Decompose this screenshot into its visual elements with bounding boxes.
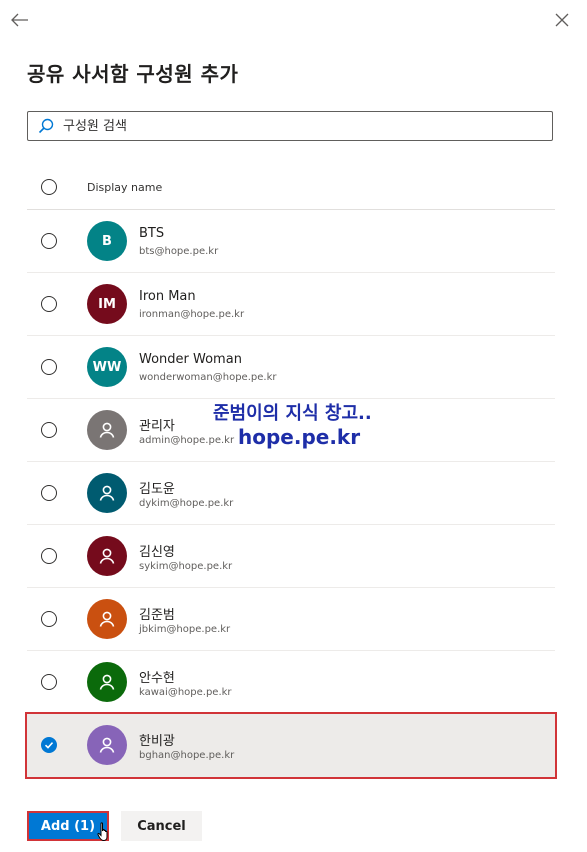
- person-icon: [87, 599, 127, 639]
- back-button[interactable]: [8, 8, 32, 32]
- member-email: ironman@hope.pe.kr: [139, 309, 245, 320]
- member-email: dykim@hope.pe.kr: [139, 498, 234, 509]
- member-row[interactable]: 김준범 jbkim@hope.pe.kr: [27, 588, 555, 651]
- avatar-initials: B: [87, 221, 127, 261]
- member-select-radio[interactable]: [41, 737, 57, 753]
- member-select-radio[interactable]: [41, 233, 57, 249]
- search-icon: [37, 117, 55, 135]
- member-row[interactable]: 한비광 bghan@hope.pe.kr: [25, 712, 557, 779]
- member-name: 안수현: [139, 671, 175, 686]
- member-row[interactable]: 안수현 kawai@hope.pe.kr: [27, 651, 555, 714]
- member-row[interactable]: WW Wonder Woman wonderwoman@hope.pe.kr: [27, 336, 555, 399]
- person-icon: [87, 410, 127, 450]
- member-name: 김준범: [139, 608, 175, 623]
- search-input[interactable]: [61, 117, 545, 135]
- watermark-line1: 준범이의 지식 창고..: [213, 403, 372, 424]
- member-email: kawai@hope.pe.kr: [139, 687, 232, 698]
- table-header: Display name: [27, 167, 555, 210]
- select-all-radio[interactable]: [41, 179, 57, 195]
- member-row[interactable]: IM Iron Man ironman@hope.pe.kr: [27, 273, 555, 336]
- close-button[interactable]: [550, 8, 574, 32]
- member-name: 김도윤: [139, 482, 175, 497]
- member-name: BTS: [139, 226, 165, 241]
- member-email: wonderwoman@hope.pe.kr: [139, 372, 277, 383]
- member-name: 김신영: [139, 545, 175, 560]
- checkmark-icon: [44, 742, 54, 749]
- person-icon: [87, 536, 127, 576]
- member-row[interactable]: 김도윤 dykim@hope.pe.kr: [27, 462, 555, 525]
- search-box[interactable]: [27, 111, 553, 141]
- person-icon: [87, 662, 127, 702]
- member-select-radio[interactable]: [41, 422, 57, 438]
- member-list: B BTS bts@hope.pe.kr IM Iron Man ironman@hope…: [25, 210, 557, 779]
- member-select-radio[interactable]: [41, 296, 57, 312]
- member-select-radio[interactable]: [41, 611, 57, 627]
- member-email: bts@hope.pe.kr: [139, 246, 219, 257]
- member-name: 관리자: [139, 419, 175, 434]
- person-icon: [87, 725, 127, 765]
- avatar-initials: IM: [87, 284, 127, 324]
- arrow-left-icon: [11, 13, 28, 27]
- person-icon: [87, 473, 127, 513]
- cancel-button[interactable]: Cancel: [121, 811, 202, 841]
- member-select-radio[interactable]: [41, 485, 57, 501]
- member-name: 한비광: [139, 734, 175, 749]
- member-row[interactable]: B BTS bts@hope.pe.kr: [27, 210, 555, 273]
- member-email: jbkim@hope.pe.kr: [139, 624, 231, 635]
- hand-cursor-icon: [97, 822, 108, 842]
- avatar-initials: WW: [87, 347, 127, 387]
- member-email: admin@hope.pe.kr: [139, 435, 235, 446]
- close-icon: [555, 13, 569, 27]
- member-name: Wonder Woman: [139, 352, 242, 367]
- member-email: sykim@hope.pe.kr: [139, 561, 233, 572]
- member-select-radio[interactable]: [41, 359, 57, 375]
- member-select-radio[interactable]: [41, 674, 57, 690]
- watermark-line2: hope.pe.kr: [238, 425, 361, 449]
- column-header-display-name[interactable]: Display name: [87, 181, 162, 194]
- member-row[interactable]: 김신영 sykim@hope.pe.kr: [27, 525, 555, 588]
- member-name: Iron Man: [139, 289, 196, 304]
- page-title: 공유 사서함 구성원 추가: [27, 62, 239, 86]
- member-select-radio[interactable]: [41, 548, 57, 564]
- member-email: bghan@hope.pe.kr: [139, 750, 235, 761]
